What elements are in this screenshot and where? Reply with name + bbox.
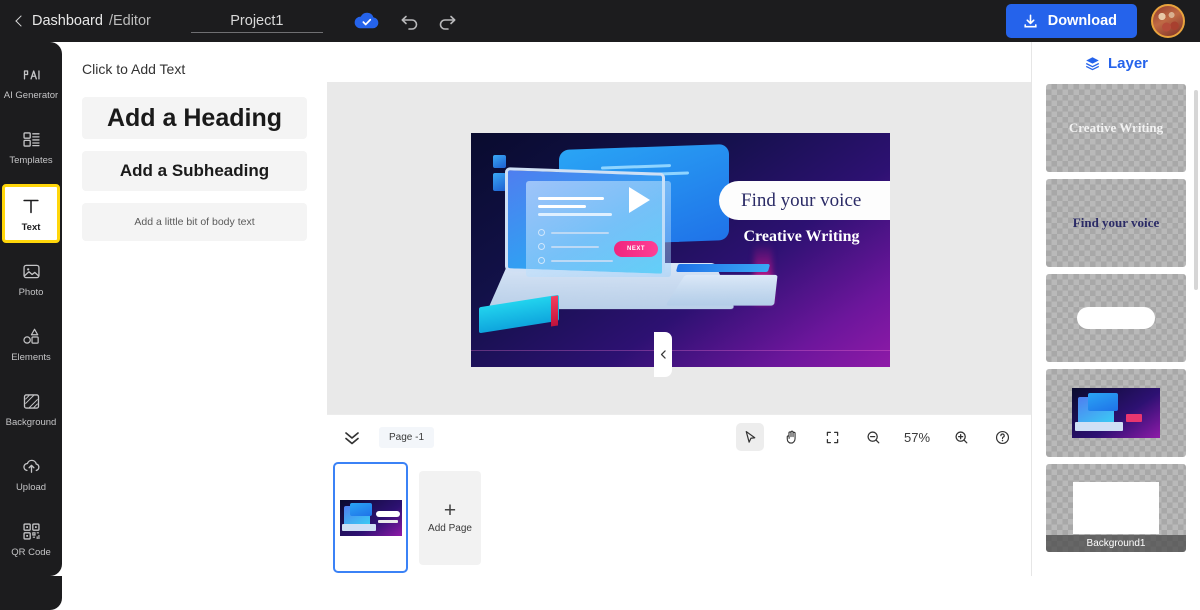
illustration-play-icon bbox=[629, 187, 650, 213]
page-thumbnail-preview bbox=[339, 499, 402, 536]
prev-page-arrow[interactable] bbox=[654, 332, 672, 377]
add-page-button[interactable]: + Add Page bbox=[419, 470, 481, 565]
sidebar-item-label: Photo bbox=[18, 287, 44, 299]
layer-thumbnail-background bbox=[1073, 482, 1159, 534]
cloud-check-icon[interactable] bbox=[353, 11, 381, 31]
illustration-tablet-bar bbox=[675, 264, 771, 272]
layer-item-label: Find your voice bbox=[1072, 215, 1160, 230]
canvas-stage[interactable]: NEXT Find your voice Creative Writing bbox=[327, 82, 1032, 414]
select-tool[interactable] bbox=[736, 423, 764, 451]
layer-list: Creative Writing Find your voice Backgro… bbox=[1032, 84, 1200, 552]
layer-panel: Layer Creative Writing Find your voice B… bbox=[1032, 42, 1200, 576]
topbar-right-group: Download bbox=[1005, 4, 1185, 38]
layer-item-label: Background1 bbox=[1046, 535, 1186, 552]
page-indicator-chip[interactable]: Page -1 bbox=[379, 426, 435, 448]
sidebar-item-label: Elements bbox=[11, 352, 51, 364]
canvas-area: NEXT Find your voice Creative Writing Pa… bbox=[327, 42, 1032, 576]
help-button[interactable] bbox=[988, 423, 1016, 451]
elements-icon bbox=[21, 326, 42, 347]
sidebar-item-text[interactable]: Text bbox=[2, 183, 60, 244]
sidebar-item-photo[interactable]: Photo bbox=[3, 251, 59, 308]
decor-chip-icon bbox=[493, 155, 506, 168]
layer-thumbnail-image bbox=[1072, 388, 1160, 438]
layer-item-creative-writing[interactable]: Creative Writing bbox=[1046, 84, 1186, 172]
add-page-label: Add Page bbox=[428, 522, 472, 534]
slide-subtitle[interactable]: Creative Writing bbox=[719, 228, 884, 246]
topbar-actions bbox=[353, 10, 459, 32]
sidebar-item-upload[interactable]: Upload bbox=[3, 446, 59, 503]
sidebar-item-elements[interactable]: Elements bbox=[3, 316, 59, 373]
ai-generator-icon bbox=[21, 64, 42, 85]
sidebar-item-templates[interactable]: Templates bbox=[3, 119, 59, 176]
download-label: Download bbox=[1047, 13, 1117, 29]
sidebar-bottom-fill bbox=[0, 576, 62, 610]
sidebar-item-label: Upload bbox=[15, 482, 47, 493]
add-subheading-button[interactable]: Add a Subheading bbox=[82, 151, 307, 191]
layer-panel-title: Layer bbox=[1107, 54, 1149, 72]
slide-canvas[interactable]: NEXT Find your voice Creative Writing bbox=[471, 133, 890, 367]
page-strip: + Add Page bbox=[327, 459, 1032, 576]
text-icon bbox=[20, 195, 42, 217]
project-name: Project1 bbox=[230, 13, 284, 29]
background-icon bbox=[21, 391, 42, 412]
zoom-tools: 57% bbox=[736, 423, 1016, 451]
illustration-book-spine bbox=[551, 295, 558, 327]
canvas-toolbar: Page -1 57% bbox=[327, 414, 1032, 459]
layer-item-background1[interactable]: Background1 bbox=[1046, 464, 1186, 552]
layers-stack-icon bbox=[1084, 55, 1101, 72]
sidebar-item-label: QR Code bbox=[11, 546, 51, 558]
avatar[interactable] bbox=[1151, 4, 1185, 38]
download-button[interactable]: Download bbox=[1005, 4, 1137, 38]
redo-icon[interactable] bbox=[437, 10, 459, 32]
sidebar-item-label: Background bbox=[5, 417, 57, 429]
layer-scrollbar[interactable] bbox=[1194, 90, 1198, 290]
project-tab[interactable]: Project1 bbox=[183, 0, 331, 42]
text-panel-title: Click to Add Text bbox=[82, 61, 186, 77]
sidebar-item-qr-code[interactable]: QR Code bbox=[3, 511, 59, 568]
fit-screen-tool[interactable] bbox=[818, 423, 846, 451]
templates-icon bbox=[21, 129, 42, 150]
sidebar-item-background[interactable]: Background bbox=[3, 381, 59, 438]
undo-icon[interactable] bbox=[398, 10, 420, 32]
editor-app: Dashboard /Editor Project1 Download AI G… bbox=[0, 0, 1200, 610]
left-sidebar: AI Generator Templates Text Photo Elemen… bbox=[0, 42, 62, 576]
plus-icon: + bbox=[443, 498, 457, 522]
sidebar-item-ai-generator[interactable]: AI Generator bbox=[3, 54, 59, 111]
illustration-floor-line bbox=[471, 350, 890, 351]
qr-code-icon bbox=[21, 521, 42, 542]
slide-headline-box[interactable]: Find your voice bbox=[719, 181, 890, 220]
illustration-tablet bbox=[665, 274, 778, 306]
text-panel: Click to Add Text Add a Heading Add a Su… bbox=[62, 42, 327, 576]
add-heading-button[interactable]: Add a Heading bbox=[82, 97, 307, 139]
sidebar-item-label: Text bbox=[21, 221, 41, 233]
sidebar-item-label: AI Generator bbox=[3, 89, 59, 101]
layer-item-laptop-image[interactable] bbox=[1046, 369, 1186, 457]
zoom-in-tool[interactable] bbox=[947, 423, 975, 451]
layer-panel-header: Layer bbox=[1032, 42, 1200, 84]
zoom-level[interactable]: 57% bbox=[900, 430, 934, 445]
back-chevron-icon[interactable] bbox=[14, 15, 26, 27]
page-thumbnail-1[interactable] bbox=[333, 462, 408, 573]
top-bar: Dashboard /Editor Project1 Download bbox=[0, 0, 1200, 42]
slide-headline: Find your voice bbox=[741, 189, 862, 211]
layer-item-label: Creative Writing bbox=[1068, 120, 1164, 135]
layer-item-find-your-voice[interactable]: Find your voice bbox=[1046, 179, 1186, 267]
layer-item-white-pill[interactable] bbox=[1046, 274, 1186, 362]
hand-tool[interactable] bbox=[777, 423, 805, 451]
photo-icon bbox=[21, 261, 42, 282]
illustration-next-button: NEXT bbox=[614, 241, 658, 257]
breadcrumb-editor: /Editor bbox=[108, 13, 151, 29]
breadcrumb-dashboard[interactable]: Dashboard bbox=[32, 13, 103, 29]
breadcrumb[interactable]: Dashboard /Editor bbox=[14, 13, 151, 29]
upload-icon bbox=[21, 456, 42, 477]
add-body-text-button[interactable]: Add a little bit of body text bbox=[82, 203, 307, 241]
layer-thumbnail-shape bbox=[1077, 307, 1155, 329]
chevron-double-down-icon[interactable] bbox=[341, 426, 363, 448]
download-icon bbox=[1022, 13, 1039, 30]
zoom-out-tool[interactable] bbox=[859, 423, 887, 451]
sidebar-item-label: Templates bbox=[9, 154, 53, 166]
